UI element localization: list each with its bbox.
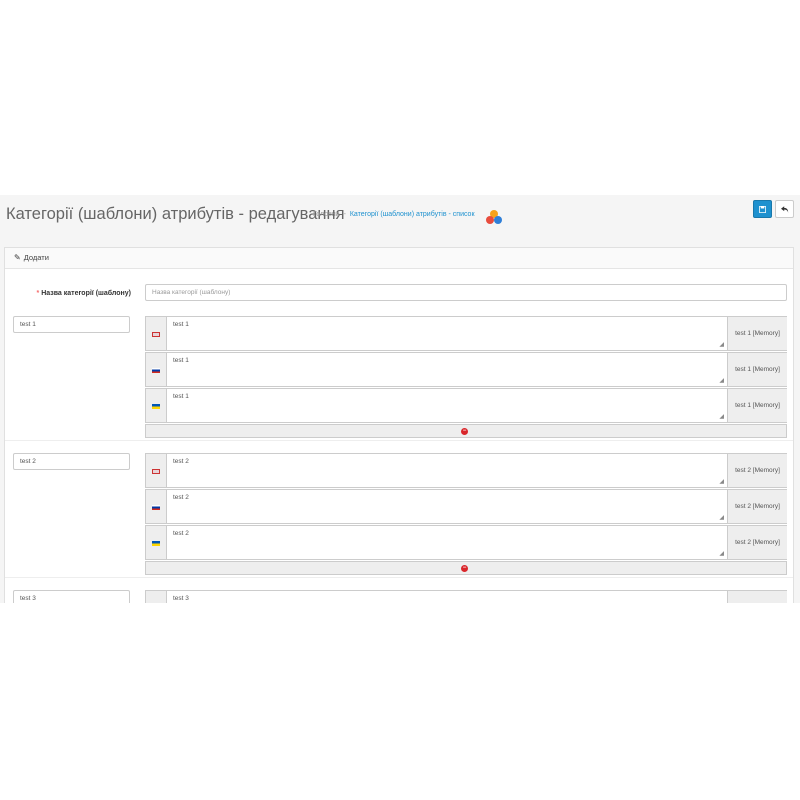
brand-logo-icon xyxy=(486,210,502,224)
attribute-value-textarea[interactable]: test 2 ◢ xyxy=(167,454,727,487)
memory-cell xyxy=(727,591,787,603)
remove-row-bar: − xyxy=(145,424,787,438)
attribute-value-text: test 2 xyxy=(173,494,189,501)
resize-handle-icon[interactable]: ◢ xyxy=(719,478,724,485)
resize-handle-icon[interactable]: ◢ xyxy=(719,413,724,420)
page-title: Категорії (шаблони) атрибутів - редагува… xyxy=(6,205,345,223)
memory-cell: test 2 [Memory] xyxy=(727,454,787,487)
attribute-value-text: test 1 xyxy=(173,321,189,328)
lang-row: test 3 xyxy=(145,590,787,603)
flag-en-icon xyxy=(152,332,160,337)
breadcrumb-home[interactable]: Головна xyxy=(313,211,340,218)
attribute-value-textarea[interactable]: test 1 ◢ xyxy=(167,317,727,350)
flag-ua-icon xyxy=(152,541,160,546)
category-name-input[interactable]: Назва категорії (шаблону) xyxy=(145,284,787,301)
memory-cell: test 1 [Memory] xyxy=(727,317,787,350)
panel-heading: ✎ Додати xyxy=(5,248,793,269)
flag-cell xyxy=(146,526,167,559)
attribute-value-textarea[interactable]: test 1 ◢ xyxy=(167,389,727,422)
attribute-value-text: test 3 xyxy=(173,595,189,602)
attribute-value-text: test 2 xyxy=(173,458,189,465)
category-name-label-text: Назва категорії (шаблону) xyxy=(41,290,131,297)
memory-cell: test 1 [Memory] xyxy=(727,389,787,422)
back-icon xyxy=(780,205,788,213)
attribute-key-input[interactable]: test 2 xyxy=(13,453,130,470)
attribute-lang-table: test 3 xyxy=(145,590,787,603)
flag-cell xyxy=(146,353,167,386)
lang-row: test 2 ◢ test 2 [Memory] xyxy=(145,489,787,524)
memory-cell: test 2 [Memory] xyxy=(727,526,787,559)
remove-row-bar: − xyxy=(145,561,787,575)
attribute-key-input[interactable]: test 1 xyxy=(13,316,130,333)
remove-icon[interactable]: − xyxy=(461,428,468,435)
attribute-lang-table: test 1 ◢ test 1 [Memory] test 1 ◢ test 1 [… xyxy=(145,316,787,438)
lang-row: test 2 ◢ test 2 [Memory] xyxy=(145,453,787,488)
attribute-key-input[interactable]: test 3 xyxy=(13,590,130,603)
edit-panel: ✎ Додати * Назва категорії (шаблону) Назва… xyxy=(4,247,794,603)
flag-cell xyxy=(146,317,167,350)
resize-handle-icon[interactable]: ◢ xyxy=(719,377,724,384)
screenshot-area: Категорії (шаблони) атрибутів - редагува… xyxy=(0,195,800,603)
flag-en-icon xyxy=(152,469,160,474)
flag-cell xyxy=(146,389,167,422)
resize-handle-icon[interactable]: ◢ xyxy=(719,550,724,557)
lang-row: test 1 ◢ test 1 [Memory] xyxy=(145,352,787,387)
attribute-value-textarea[interactable]: test 2 ◢ xyxy=(167,526,727,559)
panel-heading-label: Додати xyxy=(23,253,49,262)
attribute-value-text: test 2 xyxy=(173,530,189,537)
memory-cell: test 1 [Memory] xyxy=(727,353,787,386)
lang-row: test 1 ◢ test 1 [Memory] xyxy=(145,316,787,351)
resize-handle-icon[interactable]: ◢ xyxy=(719,341,724,348)
attribute-lang-table: test 2 ◢ test 2 [Memory] test 2 ◢ test 2 [… xyxy=(145,453,787,575)
save-button[interactable] xyxy=(753,200,772,218)
flag-ru-icon xyxy=(152,505,160,510)
attribute-value-textarea[interactable]: test 1 ◢ xyxy=(167,353,727,386)
flag-cell xyxy=(146,454,167,487)
required-mark: * xyxy=(36,290,40,297)
resize-handle-icon[interactable]: ◢ xyxy=(719,514,724,521)
lang-row: test 2 ◢ test 2 [Memory] xyxy=(145,525,787,560)
group-divider xyxy=(5,440,793,441)
breadcrumb: Головна - Категорії (шаблони) атрибутів … xyxy=(313,211,475,218)
breadcrumb-separator: - xyxy=(343,211,346,218)
flag-ua-icon xyxy=(152,404,160,409)
breadcrumb-list[interactable]: Категорії (шаблони) атрибутів - список xyxy=(350,211,475,218)
back-button[interactable] xyxy=(775,200,794,218)
lang-row: test 1 ◢ test 1 [Memory] xyxy=(145,388,787,423)
pencil-icon: ✎ xyxy=(14,253,21,262)
category-name-label: * Назва категорії (шаблону) xyxy=(15,290,131,297)
group-divider xyxy=(5,577,793,578)
attribute-value-textarea[interactable]: test 3 xyxy=(167,591,727,603)
save-icon xyxy=(759,205,766,213)
memory-cell: test 2 [Memory] xyxy=(727,490,787,523)
remove-icon[interactable]: − xyxy=(461,565,468,572)
flag-ru-icon xyxy=(152,368,160,373)
attribute-value-text: test 1 xyxy=(173,357,189,364)
page-header: Категорії (шаблони) атрибутів - редагува… xyxy=(0,195,800,240)
flag-cell xyxy=(146,490,167,523)
flag-cell xyxy=(146,591,167,603)
attribute-value-textarea[interactable]: test 2 ◢ xyxy=(167,490,727,523)
attribute-value-text: test 1 xyxy=(173,393,189,400)
